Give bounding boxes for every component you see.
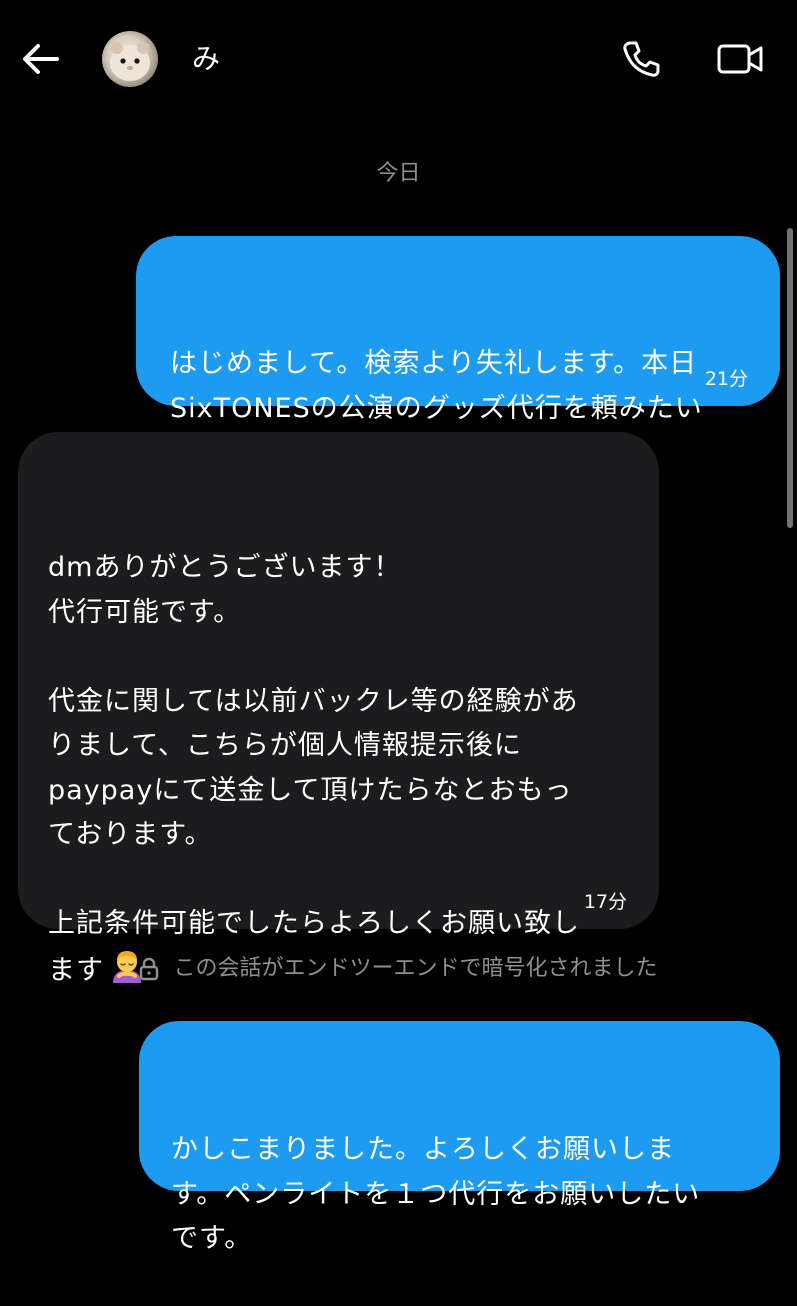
video-call-button[interactable] bbox=[716, 38, 764, 80]
hamster-avatar-icon bbox=[110, 42, 150, 81]
back-button[interactable] bbox=[20, 38, 62, 80]
lock-icon bbox=[140, 957, 159, 981]
scrollbar-thumb[interactable] bbox=[787, 228, 793, 528]
encryption-notice-text: この会話がエンドツーエンドで暗号化されました bbox=[173, 956, 658, 981]
message-bubble-outgoing[interactable]: かしこまりました。よろしくお願いしま す。ペンライトを１つ代行をお願いしたい で… bbox=[139, 1021, 780, 1254]
message-timestamp: 17分 bbox=[583, 891, 627, 913]
encryption-notice: この会話がエンドツーエンドで暗号化されました bbox=[0, 954, 797, 984]
call-button[interactable] bbox=[620, 38, 662, 80]
message-bubble-incoming[interactable]: dmありがとうございます！ 代行可能です。 代金に関しては以前バックレ等の経験が… bbox=[18, 432, 659, 986]
message-text: かしこまりました。よろしくお願いしま す。ペンライトを１つ代行をお願いしたい で… bbox=[171, 1134, 701, 1254]
message-timestamp: 21分 bbox=[704, 368, 748, 390]
video-camera-icon bbox=[717, 44, 763, 74]
contact-name[interactable]: み bbox=[192, 42, 220, 76]
arrow-left-icon bbox=[23, 44, 59, 74]
message-text-content: dmありがとうございます！ 代行可能です。 代金に関しては以前バックレ等の経験が… bbox=[48, 552, 580, 986]
avatar[interactable] bbox=[102, 31, 158, 87]
message-text: dmありがとうございます！ 代行可能です。 代金に関しては以前バックレ等の経験が… bbox=[48, 546, 631, 993]
date-separator: 今日 bbox=[376, 161, 421, 186]
chat-header: み bbox=[0, 0, 797, 118]
message-bubble-outgoing[interactable]: はじめまして。検索より失礼します。本日 SixTONESの公演のグッズ代行を頼み… bbox=[136, 236, 780, 468]
phone-icon bbox=[623, 41, 660, 77]
